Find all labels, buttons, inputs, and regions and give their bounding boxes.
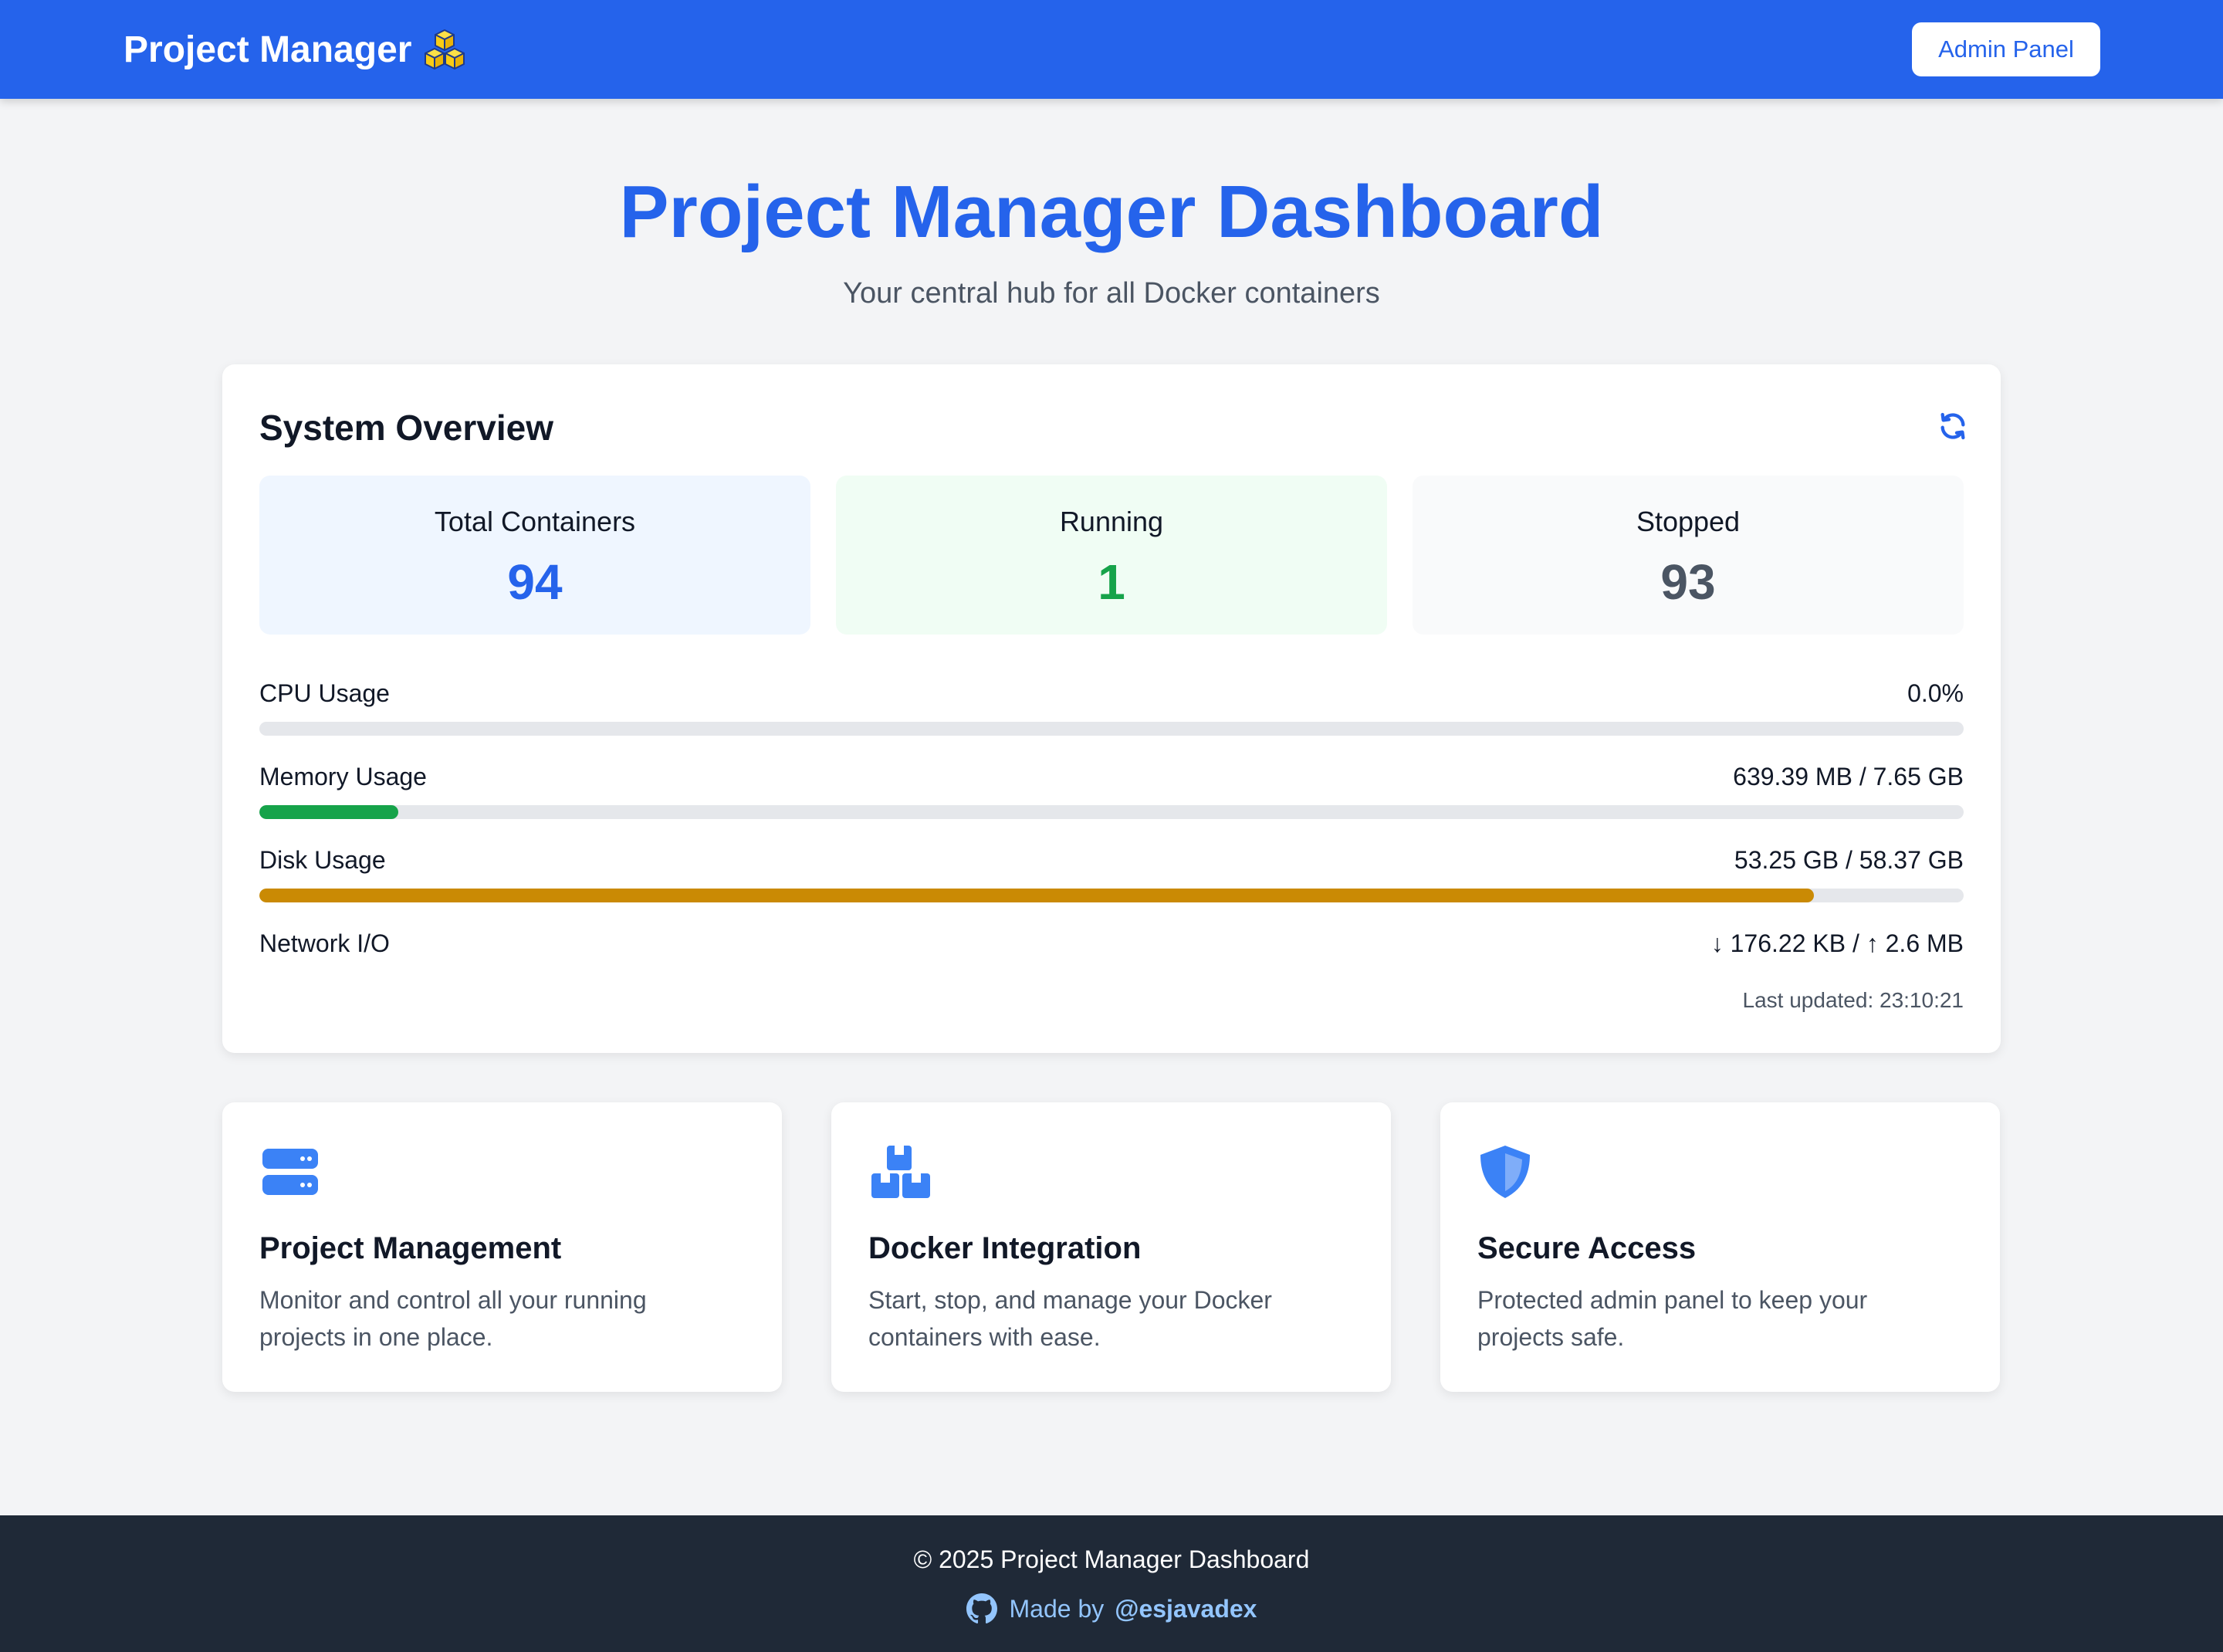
author-link[interactable]: @esjavadex (1115, 1593, 1257, 1625)
feature-card-project-management: Project Management Monitor and control a… (222, 1102, 782, 1392)
feature-card-docker-integration: Docker Integration Start, stop, and mana… (831, 1102, 1391, 1392)
feature-description: Protected admin panel to keep your proje… (1477, 1286, 1868, 1351)
metric-label: Disk Usage (259, 846, 386, 874)
feature-title: Secure Access (1477, 1231, 1697, 1265)
feature-title: Project Management (259, 1231, 562, 1265)
metric-value: 0.0% (1907, 679, 1964, 707)
feature-card-secure-access: Secure Access Protected admin panel to k… (1440, 1102, 2000, 1392)
metric-value: 53.25 GB / 58.37 GB (1734, 846, 1964, 874)
metric-value: ↓ 176.22 KB / ↑ 2.6 MB (1710, 929, 1964, 957)
system-overview-title: System Overview (259, 408, 554, 448)
server-icon (262, 1149, 318, 1195)
memory-progress-fill (259, 805, 399, 819)
made-by: Made by @esjavadex (0, 1593, 2223, 1625)
metric-value: 639.39 MB / 7.65 GB (1733, 763, 1964, 790)
brand-name: Project Manager (124, 29, 412, 70)
stat-label: Total Containers (434, 506, 636, 537)
stat-total-containers: Total Containers 94 (259, 476, 810, 635)
stat-value: 94 (507, 554, 563, 610)
stat-label: Stopped (1636, 506, 1741, 537)
page-title: Project Manager Dashboard (619, 171, 1604, 253)
navbar: Project Manager Admin Panel (0, 0, 2223, 99)
memory-progress-track (259, 805, 1964, 819)
metric-label: Memory Usage (259, 763, 427, 790)
admin-panel-button[interactable]: Admin Panel (1912, 22, 2100, 76)
made-by-label: Made by (1009, 1595, 1105, 1623)
feature-description: Monitor and control all your running pro… (259, 1286, 647, 1351)
brand[interactable]: Project Manager (124, 23, 467, 76)
boxes-icon (871, 1146, 930, 1198)
page-subtitle: Your central hub for all Docker containe… (843, 277, 1380, 310)
stat-stopped: Stopped 93 (1413, 476, 1964, 635)
stat-label: Running (1059, 506, 1164, 537)
feature-title: Docker Integration (868, 1231, 1142, 1265)
disk-progress-track (259, 889, 1964, 902)
metric-label: CPU Usage (259, 679, 390, 707)
footer: © 2025 Project Manager Dashboard Made by… (0, 1515, 2223, 1652)
metric-label: Network I/O (259, 929, 390, 957)
feature-description: Start, stop, and manage your Docker cont… (868, 1286, 1272, 1351)
system-overview-card: System Overview Total Containers 94 Runn… (222, 364, 2001, 1053)
stat-value: 93 (1660, 554, 1716, 610)
refresh-icon[interactable] (1937, 411, 1968, 442)
cpu-progress-track (259, 722, 1964, 736)
cubes-icon (425, 29, 465, 69)
stat-running: Running 1 (836, 476, 1387, 635)
last-updated: Last updated: 23:10:21 (1742, 988, 1964, 1012)
disk-progress-fill (259, 889, 1815, 902)
github-icon[interactable] (966, 1593, 997, 1624)
stat-value: 1 (1098, 554, 1125, 610)
copyright: © 2025 Project Manager Dashboard (913, 1545, 1310, 1573)
shield-icon (1480, 1146, 1530, 1198)
